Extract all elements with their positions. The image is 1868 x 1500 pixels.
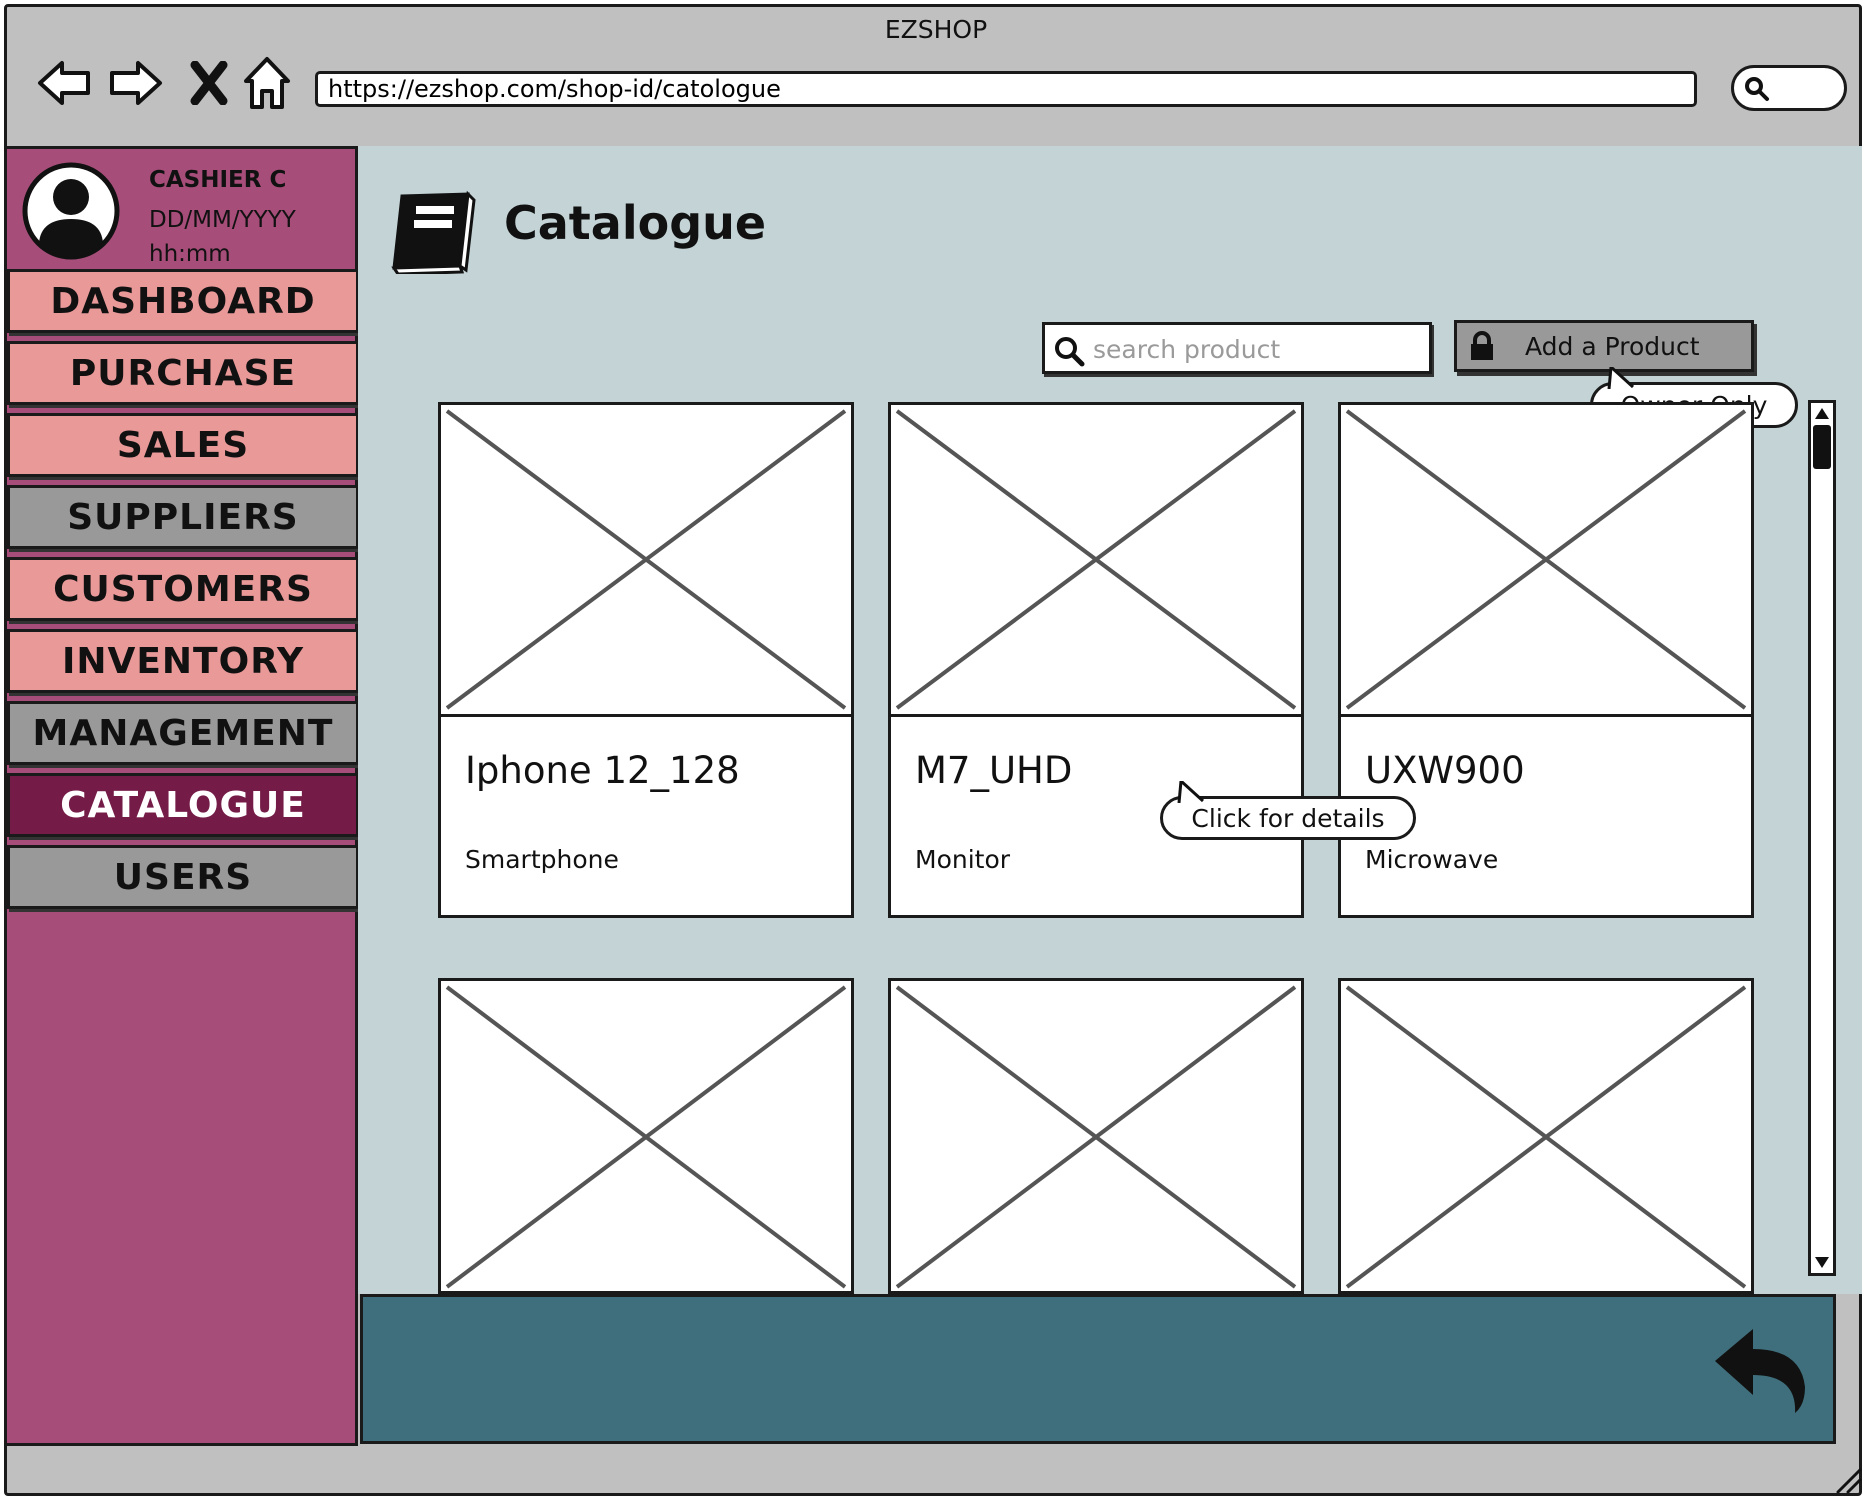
catalogue-scrollbar[interactable] <box>1808 400 1836 1276</box>
close-icon[interactable] <box>177 51 241 115</box>
sidebar-item-dashboard[interactable]: DASHBOARD <box>7 269 359 333</box>
undo-arrow-icon[interactable] <box>1709 1325 1809 1415</box>
search-input[interactable] <box>1091 331 1425 367</box>
scroll-down-icon[interactable] <box>1813 1255 1831 1271</box>
user-avatar-icon <box>22 162 120 260</box>
product-card[interactable] <box>438 978 854 1294</box>
sidebar-item-suppliers[interactable]: SUPPLIERS <box>7 485 359 549</box>
book-icon <box>391 190 476 274</box>
url-bar[interactable]: https://ezshop.com/shop-id/catologue <box>315 71 1697 107</box>
product-card[interactable]: UXW900 Microwave <box>1338 402 1754 918</box>
scrollbar-thumb[interactable] <box>1813 425 1831 469</box>
product-image-placeholder <box>1341 405 1751 717</box>
product-card[interactable]: M7_UHD Monitor <box>888 402 1304 918</box>
product-image-placeholder <box>891 405 1301 717</box>
forward-arrow-icon[interactable] <box>103 51 167 115</box>
product-category: Smartphone <box>465 845 619 874</box>
footer-bar <box>360 1294 1836 1444</box>
product-card[interactable] <box>888 978 1304 1294</box>
product-image-placeholder <box>441 981 851 1293</box>
product-card[interactable]: Iphone 12_128 Smartphone <box>438 402 854 918</box>
product-category: Monitor <box>915 845 1011 874</box>
product-card[interactable] <box>1338 978 1754 1294</box>
sidebar-item-customers[interactable]: CUSTOMERS <box>7 557 359 621</box>
scroll-up-icon[interactable] <box>1813 405 1831 421</box>
sidebar-item-purchase[interactable]: PURCHASE <box>7 341 359 405</box>
resize-grip-icon[interactable] <box>1834 1466 1862 1494</box>
product-name: Iphone 12_128 <box>465 749 740 792</box>
sidebar: CASHIER C DD/MM/YYYY hh:mm DASHBOARD PUR… <box>4 146 359 1446</box>
product-image-placeholder <box>891 981 1301 1293</box>
product-category: Microwave <box>1365 845 1499 874</box>
product-name: UXW900 <box>1365 749 1525 792</box>
home-icon[interactable] <box>235 51 299 115</box>
page-title: Catalogue <box>504 196 767 250</box>
sidebar-item-users[interactable]: USERS <box>7 845 359 909</box>
user-time: hh:mm <box>149 241 231 267</box>
search-icon <box>1745 77 1769 101</box>
browser-search-field[interactable] <box>1731 65 1847 111</box>
click-details-callout: Click for details <box>1160 781 1416 840</box>
user-date: DD/MM/YYYY <box>149 207 296 233</box>
product-image-placeholder <box>441 405 851 717</box>
main-content: Catalogue Add a Product Owner Only Iphon… <box>358 146 1862 1294</box>
lock-icon <box>1471 331 1493 360</box>
click-details-text: Click for details <box>1191 803 1385 833</box>
sidebar-item-catalogue[interactable]: CATALOGUE <box>7 773 359 837</box>
add-product-label: Add a Product <box>1525 331 1700 361</box>
window-title: EZSHOP <box>884 15 988 44</box>
product-search-field[interactable] <box>1042 322 1432 374</box>
product-name: M7_UHD <box>915 749 1073 792</box>
add-product-button[interactable]: Add a Product <box>1454 320 1754 372</box>
user-name: CASHIER C <box>149 167 287 193</box>
sidebar-item-inventory[interactable]: INVENTORY <box>7 629 359 693</box>
back-arrow-icon[interactable] <box>33 51 97 115</box>
sidebar-item-management[interactable]: MANAGEMENT <box>7 701 359 765</box>
search-icon <box>1055 337 1085 367</box>
product-image-placeholder <box>1341 981 1751 1293</box>
sidebar-item-sales[interactable]: SALES <box>7 413 359 477</box>
